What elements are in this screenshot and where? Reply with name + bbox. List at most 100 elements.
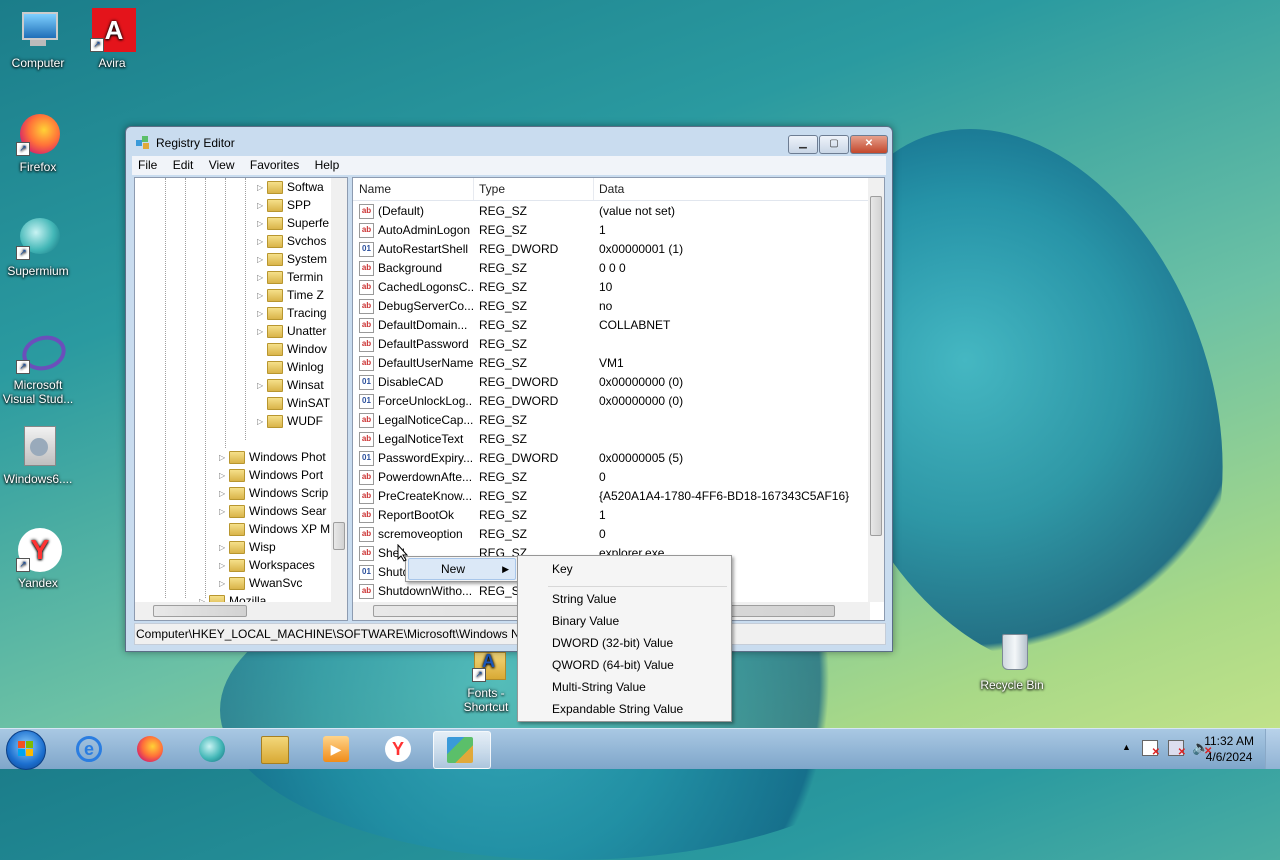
maximize-button[interactable]: ▢ [819, 135, 849, 154]
taskbar-media-player[interactable]: ▶ [310, 731, 362, 767]
column-header-name[interactable]: Name [353, 178, 474, 200]
tree-vertical-scrollbar[interactable] [331, 178, 347, 602]
desktop-icon-computer[interactable]: Computer [0, 8, 76, 70]
tree-item[interactable]: ▷ Time Z [257, 286, 324, 304]
expand-arrow-icon[interactable]: ▷ [257, 323, 267, 341]
value-row[interactable]: ab PowerdownAfte... REG_SZ 0 [353, 468, 870, 487]
expand-arrow-icon[interactable]: ▷ [219, 503, 229, 521]
list-vertical-scrollbar[interactable] [868, 178, 884, 602]
key-tree-pane[interactable]: ▷ Softwa ▷ SPP ▷ Superfe ▷ Svchos ▷ System ▷ T… [134, 177, 348, 621]
menu-item-binary-value[interactable]: Binary Value [520, 610, 729, 632]
value-row[interactable]: ab DefaultDomain... REG_SZ COLLABNET [353, 316, 870, 335]
network-icon[interactable]: ✕ [1168, 740, 1186, 758]
expand-arrow-icon[interactable]: ▷ [219, 539, 229, 557]
value-row[interactable]: ab scremoveoption REG_SZ 0 [353, 525, 870, 544]
close-button[interactable]: ✕ [850, 135, 888, 154]
menu-item-key[interactable]: Key [520, 558, 729, 580]
expand-arrow-icon[interactable]: ▷ [257, 269, 267, 287]
tree-item[interactable]: ▷ Windows Port [219, 466, 323, 484]
value-row[interactable]: ab AutoAdminLogon REG_SZ 1 [353, 221, 870, 240]
menu-item-string-value[interactable]: String Value [520, 588, 729, 610]
tree-item[interactable]: ▷ SPP [257, 196, 311, 214]
desktop-icon-windows-package[interactable]: Windows6.... [0, 424, 76, 486]
expand-arrow-icon[interactable]: ▷ [257, 287, 267, 305]
value-row[interactable]: 01 AutoRestartShell REG_DWORD 0x00000001 (1… [353, 240, 870, 259]
value-row[interactable]: ab DefaultUserName REG_SZ VM1 [353, 354, 870, 373]
desktop-icon-avira[interactable]: A ↗ Avira [74, 8, 150, 70]
value-row[interactable]: ab PreCreateKnow... REG_SZ {A520A1A4-1780-4… [353, 487, 870, 506]
value-row[interactable]: ab DefaultPassword REG_SZ [353, 335, 870, 354]
value-row[interactable]: ab LegalNoticeCap... REG_SZ [353, 411, 870, 430]
tree-item[interactable]: Windov [257, 340, 327, 358]
value-row[interactable]: ab DebugServerCo... REG_SZ no [353, 297, 870, 316]
tree-item[interactable]: ▷ Softwa [257, 178, 324, 196]
value-row[interactable]: ab CachedLogonsC... REG_SZ 10 [353, 278, 870, 297]
desktop-icon-recycle-bin[interactable]: Recycle Bin [974, 630, 1050, 692]
expand-arrow-icon[interactable]: ▷ [257, 197, 267, 215]
action-center-icon[interactable]: ✕ [1142, 740, 1160, 758]
tree-item[interactable]: ▷ Windows Scrip [219, 484, 328, 502]
tree-item[interactable]: ▷ Wisp [219, 538, 276, 556]
tree-item[interactable]: ▷ Tracing [257, 304, 327, 322]
show-desktop-button[interactable] [1265, 729, 1280, 769]
desktop-icon-firefox[interactable]: ↗ Firefox [0, 112, 76, 174]
menu-item-dword-value[interactable]: DWORD (32-bit) Value [520, 632, 729, 654]
taskbar-supermium[interactable] [186, 731, 238, 767]
menu-view[interactable]: View [203, 156, 241, 175]
taskbar-file-explorer[interactable] [248, 731, 300, 767]
tree-item[interactable]: Winlog [257, 358, 324, 376]
desktop-icon-fonts-shortcut[interactable]: A ↗ Fonts - Shortcut [448, 650, 524, 714]
tree-item[interactable]: ▷ Windows Phot [219, 448, 326, 466]
taskbar-registry-editor[interactable] [433, 731, 491, 769]
expand-arrow-icon[interactable]: ▷ [257, 233, 267, 251]
tree-item[interactable]: ▷ System [257, 250, 327, 268]
value-row[interactable]: ab Background REG_SZ 0 0 0 [353, 259, 870, 278]
expand-arrow-icon[interactable]: ▷ [219, 485, 229, 503]
minimize-button[interactable]: ▁ [788, 135, 818, 154]
menu-edit[interactable]: Edit [167, 156, 200, 175]
expand-arrow-icon[interactable]: ▷ [219, 575, 229, 593]
tree-item[interactable]: ▷ Superfe [257, 214, 329, 232]
scroll-thumb[interactable] [870, 196, 882, 536]
tree-item[interactable]: ▷ Winsat [257, 376, 324, 394]
menu-favorites[interactable]: Favorites [244, 156, 305, 175]
menu-item-qword-value[interactable]: QWORD (64-bit) Value [520, 654, 729, 676]
tree-item[interactable]: ▷ Windows Sear [219, 502, 326, 520]
clock[interactable]: 11:32 AM 4/6/2024 [1204, 733, 1254, 765]
menu-item-multi-string-value[interactable]: Multi-String Value [520, 676, 729, 698]
expand-arrow-icon[interactable]: ▷ [219, 467, 229, 485]
value-row[interactable]: ab ReportBootOk REG_SZ 1 [353, 506, 870, 525]
tree-item[interactable]: ▷ Workspaces [219, 556, 315, 574]
value-row[interactable]: ab LegalNoticeText REG_SZ [353, 430, 870, 449]
scroll-thumb[interactable] [333, 522, 345, 550]
scroll-thumb[interactable] [153, 605, 247, 617]
tree-item[interactable]: ▷ WwanSvc [219, 574, 302, 592]
desktop-icon-visual-studio[interactable]: ↗ Microsoft Visual Stud... [0, 330, 76, 406]
expand-arrow-icon[interactable]: ▷ [257, 251, 267, 269]
menu-help[interactable]: Help [309, 156, 346, 175]
value-row[interactable]: ab (Default) REG_SZ (value not set) [353, 202, 870, 221]
tree-item[interactable]: ▷ Svchos [257, 232, 326, 250]
tree-item[interactable]: Windows XP M [219, 520, 330, 538]
expand-arrow-icon[interactable]: ▷ [219, 449, 229, 467]
expand-arrow-icon[interactable]: ▷ [257, 377, 267, 395]
expand-arrow-icon[interactable]: ▷ [257, 179, 267, 197]
menu-item-expandable-string-value[interactable]: Expandable String Value [520, 698, 729, 720]
taskbar-yandex[interactable]: Y [372, 731, 424, 767]
tree-item[interactable]: ▷ WUDF [257, 412, 323, 430]
tree-horizontal-scrollbar[interactable] [135, 602, 347, 620]
tree-item[interactable]: WinSAT [257, 394, 330, 412]
desktop-icon-yandex[interactable]: Y ↗ Yandex [0, 528, 76, 590]
menu-item-new[interactable]: New ▶ [408, 558, 516, 580]
expand-arrow-icon[interactable]: ▷ [257, 215, 267, 233]
desktop-icon-supermium[interactable]: ↗ Supermium [0, 216, 76, 278]
value-row[interactable]: 01 PasswordExpiry... REG_DWORD 0x00000005 (… [353, 449, 870, 468]
taskbar-internet-explorer[interactable]: e [63, 731, 115, 767]
value-row[interactable]: 01 DisableCAD REG_DWORD 0x00000000 (0) [353, 373, 870, 392]
expand-arrow-icon[interactable]: ▷ [257, 413, 267, 431]
show-hidden-icons-icon[interactable]: ▲ [1122, 742, 1131, 752]
column-header-type[interactable]: Type [473, 178, 594, 200]
value-row[interactable]: 01 ForceUnlockLog... REG_DWORD 0x00000000 (… [353, 392, 870, 411]
taskbar-firefox[interactable] [124, 731, 176, 767]
expand-arrow-icon[interactable]: ▷ [219, 557, 229, 575]
